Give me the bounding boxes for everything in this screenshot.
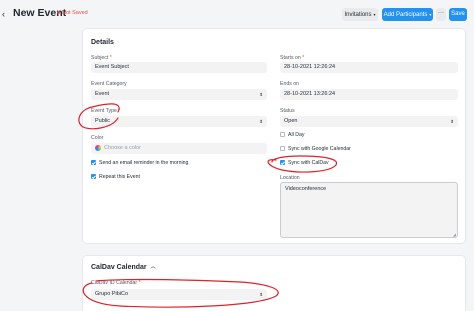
select-arrows-icon: ⬍ (259, 292, 263, 297)
location-label: Location (280, 175, 300, 181)
sync-google-checkbox[interactable]: Sync with Google Calendar (280, 145, 351, 153)
color-wheel-icon (95, 144, 101, 151)
invitations-button[interactable]: Invitations ▾ (342, 8, 378, 21)
resize-handle-icon[interactable]: ◢ (453, 232, 456, 237)
page-header: ‹ New Event Not Saved Invitations ▾ Add P… (0, 0, 474, 28)
event-category-label: Event Category (91, 81, 127, 87)
chevron-down-icon: ▾ (373, 12, 376, 17)
ends-on-value: 28-10-2021 13:26:24 (284, 91, 336, 97)
back-arrow-icon[interactable]: ‹ (2, 9, 10, 19)
add-participants-button[interactable]: Add Participants ▾ (382, 8, 433, 21)
required-marker: * (138, 280, 141, 286)
caldav-id-label-text: CalDav ID Calendar (91, 280, 138, 286)
event-category-value: Event (95, 91, 110, 97)
save-button[interactable]: Save (449, 8, 467, 21)
status-value: Open (284, 118, 298, 124)
chevron-down-icon: ▾ (429, 12, 432, 17)
caldav-section: CalDav Calendar ︿ CalDav ID Calendar * Gr… (82, 255, 466, 311)
select-arrows-icon: ⬍ (259, 92, 263, 97)
subject-label: Subject * (91, 55, 112, 61)
status-badge: Not Saved (57, 10, 88, 16)
starts-on-value: 28-10-2021 12:26:24 (284, 64, 336, 70)
status-select[interactable]: Open ⬍ (280, 116, 458, 127)
ends-on-field[interactable]: 28-10-2021 13:26:24 (280, 89, 458, 100)
sync-caldav-checkbox[interactable]: Sync with CalDav (280, 159, 329, 167)
select-arrows-icon: ⬍ (450, 119, 454, 124)
location-value: Videoconference (285, 186, 327, 192)
required-marker: * (118, 108, 121, 114)
status-dot-icon (57, 11, 60, 15)
section-title-caldav[interactable]: CalDav Calendar ︿ (91, 264, 156, 271)
more-actions-button[interactable]: ··· (436, 8, 446, 21)
sync-google-label: Sync with Google Calendar (288, 146, 351, 152)
starts-on-label-text: Starts on (280, 55, 301, 61)
select-arrows-icon: ⬍ (259, 119, 263, 124)
repeat-event-label: Repeat this Event (99, 174, 140, 180)
subject-label-text: Subject (91, 55, 109, 61)
caldav-id-value: Grupo PibiCo (95, 291, 129, 297)
event-category-select[interactable]: Event ⬍ (91, 89, 267, 100)
invitations-label: Invitations (344, 12, 372, 18)
all-day-label: All Day (288, 132, 305, 138)
send-reminder-checkbox[interactable]: Send an email reminder in the morning (91, 159, 189, 167)
event-type-select[interactable]: Public ⬍ (91, 116, 267, 127)
checkbox-checked-icon[interactable] (280, 159, 285, 165)
all-day-checkbox[interactable]: All Day (280, 131, 305, 139)
send-reminder-label: Send an email reminder in the morning (99, 160, 189, 166)
ends-on-label: Ends on (280, 81, 300, 87)
checkbox-checked-icon[interactable] (91, 159, 96, 165)
event-type-label: Event Type * (91, 108, 120, 114)
color-placeholder: Choose a color (104, 145, 141, 151)
event-type-label-text: Event Type (91, 108, 117, 114)
chevron-up-icon[interactable]: ︿ (151, 264, 156, 270)
subject-value: Event Subject (95, 64, 129, 70)
required-marker: * (302, 55, 305, 61)
caldav-id-label: CalDav ID Calendar * (91, 280, 141, 286)
sync-caldav-label: Sync with CalDav (288, 160, 329, 166)
required-marker: * (109, 55, 112, 61)
caldav-title-text: CalDav Calendar (91, 264, 147, 271)
status-badge-label: Not Saved (62, 10, 88, 16)
location-textarea[interactable]: Videoconference ◢ (280, 182, 458, 238)
color-label: Color (91, 135, 104, 141)
checkbox-unchecked-icon[interactable] (280, 131, 285, 137)
section-title-details: Details (91, 39, 114, 46)
status-label: Status (280, 108, 295, 114)
checkbox-unchecked-icon[interactable] (280, 145, 285, 151)
details-section: Details Subject * Event Subject Event Ca… (82, 28, 466, 244)
add-participants-label: Add Participants (383, 12, 428, 18)
starts-on-field[interactable]: 28-10-2021 12:26:24 (280, 62, 458, 73)
repeat-event-checkbox[interactable]: Repeat this Event (91, 173, 140, 181)
caldav-id-select[interactable]: Grupo PibiCo ⬍ (91, 289, 267, 300)
starts-on-label: Starts on * (280, 55, 304, 61)
event-type-value: Public (95, 118, 110, 124)
checkbox-checked-icon[interactable] (91, 173, 96, 179)
color-picker[interactable]: Choose a color (91, 143, 267, 154)
subject-field[interactable]: Event Subject (91, 62, 267, 73)
